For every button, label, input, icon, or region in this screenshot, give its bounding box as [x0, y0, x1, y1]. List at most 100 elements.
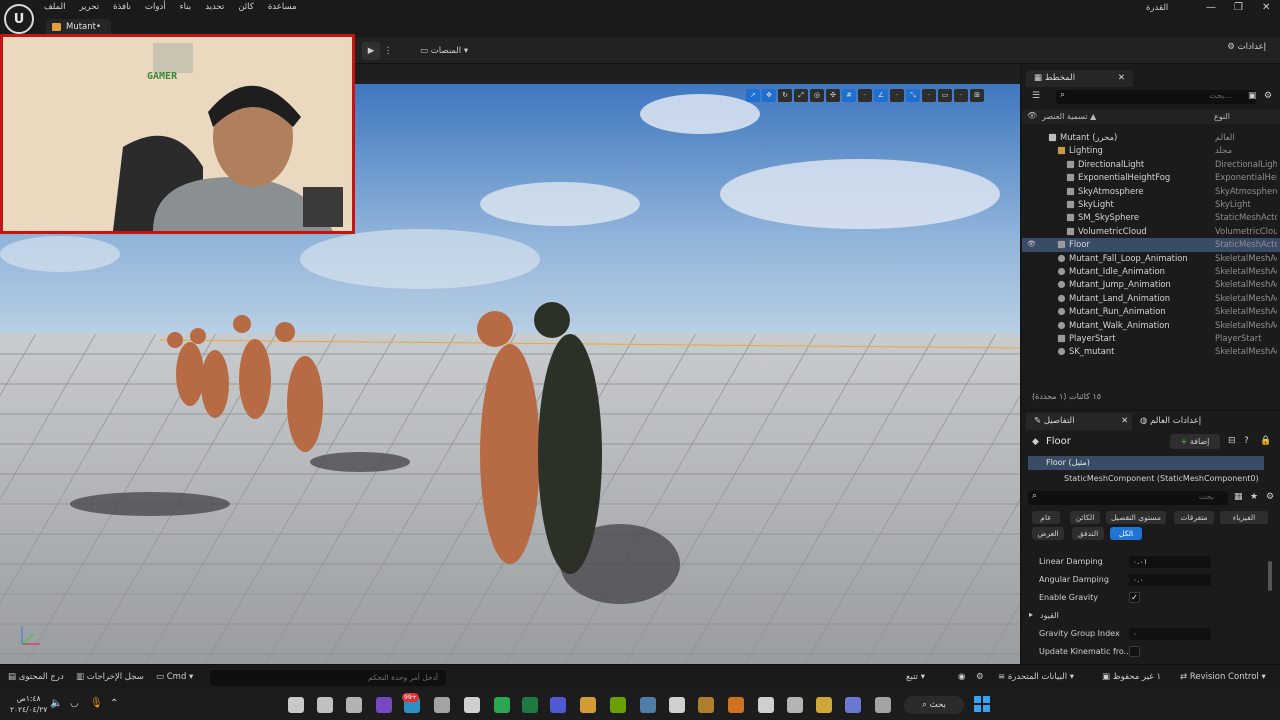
- filter-chip[interactable]: الكائن: [1070, 511, 1100, 524]
- outliner-row[interactable]: Mutant_Walk_Animation SkeletalMeshAc: [1022, 319, 1280, 332]
- visibility-icon[interactable]: 👁: [1027, 238, 1036, 251]
- epic-app-icon[interactable]: [317, 697, 333, 713]
- twitch-app-icon[interactable]: [376, 697, 392, 713]
- menu-actor[interactable]: كائن: [238, 2, 253, 12]
- section-header[interactable]: القيود: [1040, 611, 1059, 620]
- platforms-button[interactable]: ▭ المنصات ▾: [414, 42, 474, 60]
- add-component-button[interactable]: + إضافة: [1170, 434, 1220, 449]
- windows-start-icon[interactable]: [974, 696, 990, 712]
- outliner-row[interactable]: SK_mutant SkeletalMeshAc: [1022, 345, 1280, 358]
- outliner-row[interactable]: SM_SkySphere StaticMeshActor: [1022, 211, 1280, 224]
- unreal-logo-icon[interactable]: U: [4, 4, 34, 34]
- outliner-tab[interactable]: ▦ المخطط ✕: [1026, 70, 1133, 87]
- filter-icon[interactable]: ☰: [1032, 91, 1040, 101]
- outliner-search-input[interactable]: بحث...: [1209, 91, 1232, 100]
- unsaved-button[interactable]: ▣ ١ غير محفوظ: [1102, 672, 1161, 682]
- outliner-search[interactable]: ⌕ بحث...: [1056, 90, 1256, 104]
- rotation-snap-icon[interactable]: ∠: [874, 89, 888, 102]
- menu-help[interactable]: مساعدة: [268, 2, 297, 12]
- outliner-row[interactable]: Mutant_Fall_Loop_Animation SkeletalMeshAc: [1022, 252, 1280, 265]
- speed-app-icon[interactable]: [434, 697, 450, 713]
- notion-app-icon[interactable]: [464, 697, 480, 713]
- visibility-col-icon[interactable]: 👁: [1027, 111, 1037, 120]
- filter-chip[interactable]: مستوى التفصيل: [1106, 511, 1166, 524]
- outliner-row[interactable]: DirectionalLight DirectionalLight: [1022, 158, 1280, 171]
- outliner-row[interactable]: 👁 Floor StaticMeshActor: [1022, 238, 1280, 252]
- details-settings-icon[interactable]: ⚙: [1266, 492, 1274, 502]
- lock-icon[interactable]: 🔒: [1260, 436, 1271, 446]
- app-icon[interactable]: [875, 697, 891, 713]
- grid-view-icon[interactable]: ▦: [1234, 492, 1243, 502]
- play-options-icon[interactable]: ⋮: [382, 42, 394, 60]
- grid-snap-icon[interactable]: #: [842, 89, 856, 102]
- surface-snap-icon[interactable]: ✣: [826, 89, 840, 102]
- details-search[interactable]: ⌕ بحث: [1028, 491, 1228, 505]
- property-value-field[interactable]: ٠.٠: [1129, 574, 1211, 586]
- outliner-row[interactable]: PlayerStart PlayerStart: [1022, 332, 1280, 345]
- excel-app-icon[interactable]: [522, 697, 538, 713]
- menu-edit[interactable]: تحرير: [79, 2, 99, 12]
- filter-chip[interactable]: الفيزياء: [1220, 511, 1268, 524]
- layout-icon[interactable]: ⊞: [970, 89, 984, 102]
- outliner-row[interactable]: Mutant_Idle_Animation SkeletalMeshAc: [1022, 265, 1280, 278]
- close-icon[interactable]: ✕: [1262, 2, 1270, 13]
- help-icon[interactable]: ?: [1244, 436, 1249, 446]
- outliner-row[interactable]: Mutant_Jump_Animation SkeletalMeshAc: [1022, 278, 1280, 291]
- console-input[interactable]: أدخل أمر وحدة التحكم: [210, 670, 446, 686]
- store-app-icon[interactable]: [580, 697, 596, 713]
- camera-speed-icon[interactable]: ▭: [938, 89, 952, 102]
- discord-app-icon[interactable]: [550, 697, 566, 713]
- filter-chip[interactable]: الكل: [1110, 527, 1142, 540]
- wifi-icon[interactable]: ◡: [70, 698, 79, 709]
- menu-select[interactable]: تحديد: [205, 2, 224, 12]
- details-scrollbar[interactable]: [1268, 561, 1272, 591]
- filter-chip[interactable]: متفرقات: [1174, 511, 1214, 524]
- details-tab[interactable]: ✎ التفاصيل ✕: [1026, 413, 1137, 430]
- col-type[interactable]: النوع: [1214, 112, 1230, 121]
- epic-games-icon[interactable]: [758, 697, 774, 713]
- sub-component-row[interactable]: StaticMeshComponent (StaticMeshComponent…: [1042, 472, 1264, 485]
- outliner-row[interactable]: Mutant (محرر) العالم: [1022, 131, 1280, 144]
- outliner-row[interactable]: ExponentialHeightFog ExponentialHeigh: [1022, 171, 1280, 184]
- select-mode-icon[interactable]: ➚: [746, 89, 760, 102]
- property-checkbox[interactable]: [1129, 646, 1140, 657]
- trace-settings-icon[interactable]: ⚙: [976, 672, 984, 682]
- translate-icon[interactable]: ✥: [762, 89, 776, 102]
- grid-size-icon[interactable]: ·: [858, 89, 872, 102]
- restore-icon[interactable]: ❐: [1234, 2, 1243, 13]
- chevron-right-icon[interactable]: ▸: [1029, 610, 1033, 619]
- derived-data-button[interactable]: ≡ البيانات المتحدرة ▾: [998, 672, 1074, 682]
- unreal-app-icon[interactable]: [288, 697, 304, 713]
- property-checkbox[interactable]: ✓: [1129, 592, 1140, 603]
- rotate-icon[interactable]: ↻: [778, 89, 792, 102]
- trace-button[interactable]: تتبع ▾: [906, 672, 925, 682]
- camera-speed-value-icon[interactable]: ·: [954, 89, 968, 102]
- revision-control-button[interactable]: ⇄ Revision Control ▾: [1180, 672, 1266, 682]
- rotation-size-icon[interactable]: ·: [890, 89, 904, 102]
- settings-icon[interactable]: ⚙: [1264, 91, 1272, 101]
- file-explorer-icon[interactable]: [816, 697, 832, 713]
- system-clock[interactable]: ١:٤٨ص ٢٠٢٤/٠٤/٢٧: [10, 693, 47, 715]
- outliner-row[interactable]: SkyLight SkyLight: [1022, 198, 1280, 211]
- app-icon[interactable]: [787, 697, 803, 713]
- close-tab-icon[interactable]: ✕: [1118, 73, 1125, 83]
- property-value-field[interactable]: ٠: [1129, 628, 1211, 640]
- play-button[interactable]: ▶: [362, 42, 380, 60]
- col-item-label[interactable]: تسمية العنصر ▲: [1042, 112, 1096, 121]
- minimize-icon[interactable]: —: [1206, 2, 1216, 13]
- filter-chip[interactable]: العرض: [1032, 527, 1064, 540]
- outliner-row[interactable]: Mutant_Land_Animation SkeletalMeshAc: [1022, 292, 1280, 305]
- obs-app-icon[interactable]: [346, 697, 362, 713]
- outliner-row[interactable]: SkyAtmosphere SkyAtmosphere: [1022, 185, 1280, 198]
- trace-status-icon[interactable]: ◉: [958, 672, 965, 682]
- new-folder-icon[interactable]: ▣: [1248, 91, 1257, 101]
- taskbar-search[interactable]: ⌕ بحث: [904, 696, 964, 714]
- details-search-input[interactable]: بحث: [1199, 492, 1214, 501]
- app-icon[interactable]: [494, 697, 510, 713]
- mic-icon[interactable]: 🎙: [90, 698, 103, 709]
- outliner-row[interactable]: Mutant_Run_Animation SkeletalMeshAc: [1022, 305, 1280, 318]
- filter-chip[interactable]: التدفق: [1072, 527, 1104, 540]
- tray-chevron-icon[interactable]: ⌃: [110, 698, 118, 709]
- nvidia-app-icon[interactable]: [610, 697, 626, 713]
- filter-chip[interactable]: عام: [1032, 511, 1060, 524]
